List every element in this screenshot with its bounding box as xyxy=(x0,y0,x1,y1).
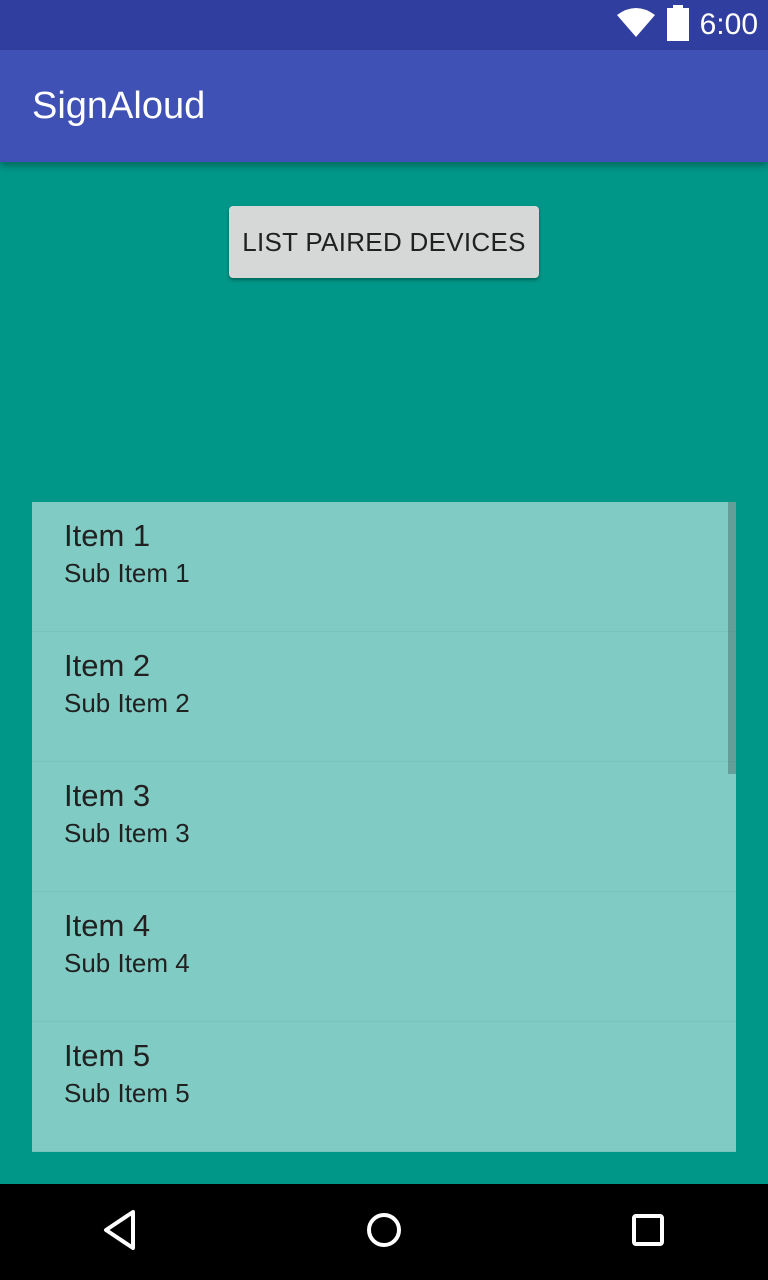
wifi-icon xyxy=(616,7,656,44)
device-list[interactable]: Item 1 Sub Item 1 Item 2 Sub Item 2 Item… xyxy=(32,502,736,1152)
item-title: Item 3 xyxy=(64,778,151,813)
item-title: Item 5 xyxy=(64,1038,151,1073)
home-icon xyxy=(364,1210,404,1255)
item-subtitle: Sub Item 1 xyxy=(64,558,190,588)
back-icon xyxy=(100,1209,140,1256)
item-subtitle: Sub Item 4 xyxy=(64,948,190,978)
item-subtitle: Sub Item 2 xyxy=(64,688,190,718)
list-scrollbar[interactable] xyxy=(728,502,736,774)
list-item[interactable]: Item 4 Sub Item 4 xyxy=(32,892,736,1022)
recents-icon xyxy=(630,1212,666,1253)
back-button[interactable] xyxy=(60,1184,180,1280)
battery-icon xyxy=(666,4,690,46)
list-item[interactable]: Item 2 Sub Item 2 xyxy=(32,632,736,762)
app-title: SignAloud xyxy=(32,85,206,127)
item-title: Item 1 xyxy=(64,518,151,553)
recents-button[interactable] xyxy=(588,1184,708,1280)
list-paired-devices-button[interactable]: LIST PAIRED DEVICES xyxy=(229,206,539,278)
status-icons: 6:00 xyxy=(616,0,758,50)
item-subtitle: Sub Item 3 xyxy=(64,818,190,848)
status-bar: 6:00 xyxy=(0,0,768,50)
app-bar: SignAloud xyxy=(0,50,768,162)
home-button[interactable] xyxy=(324,1184,444,1280)
list-item[interactable]: Item 3 Sub Item 3 xyxy=(32,762,736,892)
navigation-bar xyxy=(0,1184,768,1280)
item-title: Item 4 xyxy=(64,908,151,943)
list-item[interactable]: Item 5 Sub Item 5 xyxy=(32,1022,736,1152)
content-area: LIST PAIRED DEVICES Item 1 Sub Item 1 It… xyxy=(0,162,768,1184)
item-title: Item 2 xyxy=(64,648,151,683)
screen: 6:00 SignAloud LIST PAIRED DEVICES Item … xyxy=(0,0,768,1280)
status-time: 6:00 xyxy=(699,8,758,41)
list-item[interactable]: Item 1 Sub Item 1 xyxy=(32,502,736,632)
item-subtitle: Sub Item 5 xyxy=(64,1078,190,1108)
